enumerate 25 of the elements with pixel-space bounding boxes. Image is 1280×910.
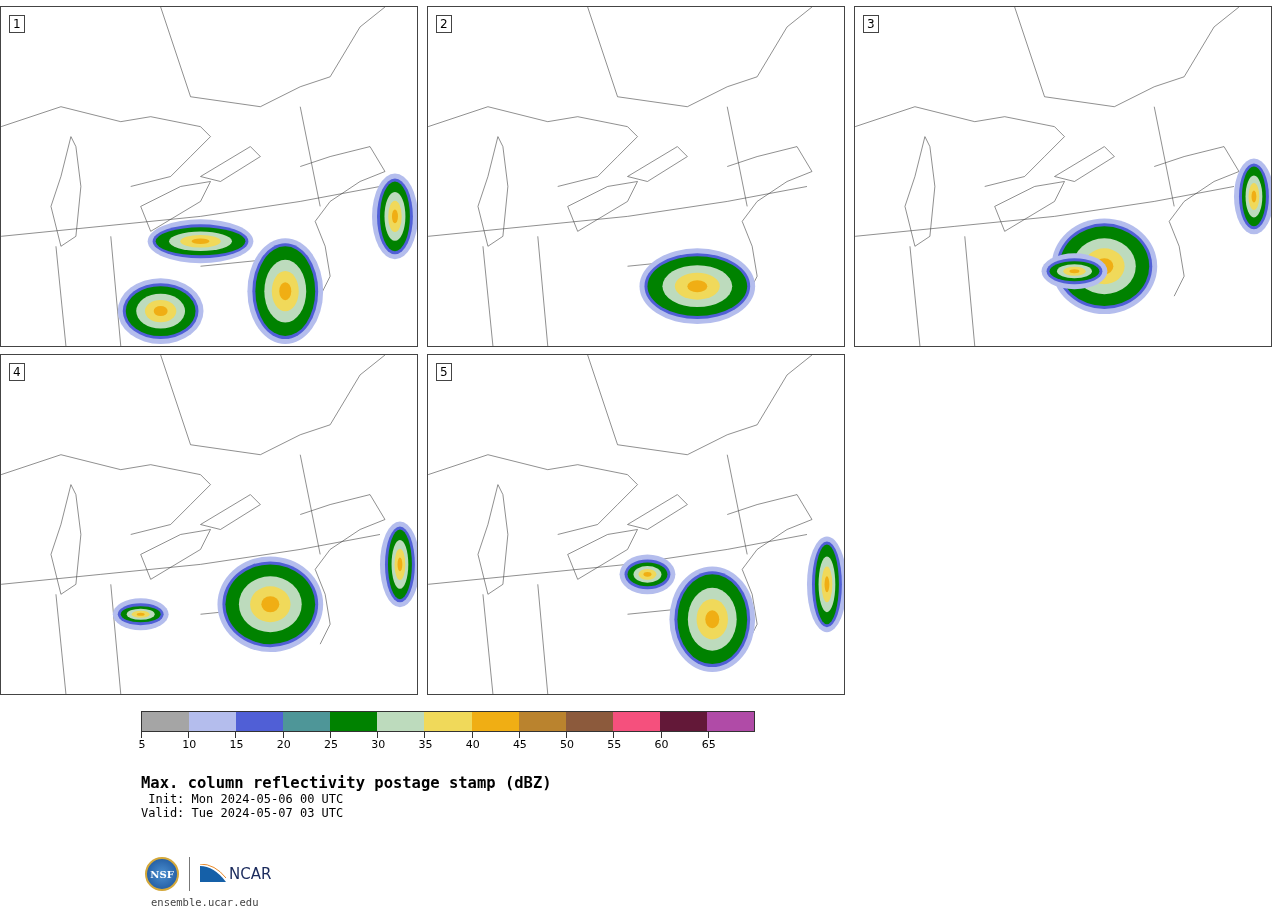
swoosh-icon — [200, 864, 226, 884]
panel-number: 2 — [436, 15, 452, 33]
chart-title: Max. column reflectivity postage stamp (dBZ) — [141, 774, 553, 792]
init-time: Init: Mon 2024-05-06 00 UTC — [147, 792, 345, 806]
panel-number: 3 — [863, 15, 879, 33]
panel-number: 5 — [436, 363, 452, 381]
ncar-logo-text: NCAR — [229, 865, 272, 883]
scale-tick-label: 15 — [229, 738, 244, 751]
scale-tick-label: 55 — [607, 738, 622, 751]
panel-number: 1 — [9, 15, 25, 33]
scale-tick-label: 45 — [512, 738, 527, 751]
panel-number: 4 — [9, 363, 25, 381]
scale-tick-label: 60 — [654, 738, 669, 751]
scale-tick-label: 50 — [560, 738, 575, 751]
scale-tick-label: 30 — [371, 738, 386, 751]
scale-tick-label: 10 — [182, 738, 197, 751]
scale-tick-label: 25 — [323, 738, 338, 751]
scale-tick-label: 5 — [138, 738, 146, 751]
scale-tick-label: 20 — [276, 738, 291, 751]
valid-time: Valid: Tue 2024-05-07 03 UTC — [141, 806, 345, 820]
scale-tick-label: 40 — [465, 738, 480, 751]
scale-tick-label: 35 — [418, 738, 433, 751]
website-url: ensemble.ucar.edu — [151, 896, 260, 908]
scale-tick-label: 65 — [701, 738, 716, 751]
nsf-logo: NSF — [145, 857, 179, 891]
